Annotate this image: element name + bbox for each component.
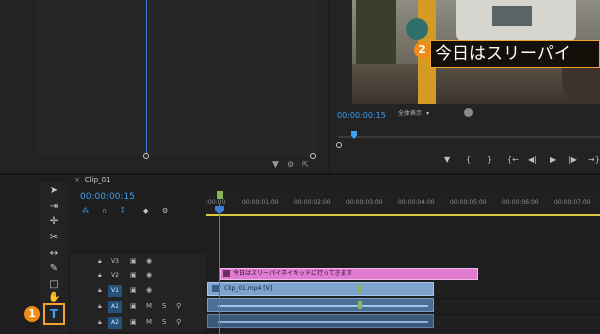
ruler-label: 00:00:02:00 <box>294 199 331 206</box>
edit-point-marker[interactable] <box>358 301 362 309</box>
sync-icon[interactable]: ▣ <box>130 271 137 279</box>
lock-icon[interactable]: 🔒︎ <box>98 286 102 295</box>
linked-selection-icon[interactable]: ⁑ <box>121 207 125 215</box>
program-scrub-bar[interactable] <box>338 136 600 138</box>
ruler-label: :00:00 <box>206 199 226 206</box>
go-to-in-button[interactable]: {← <box>507 155 519 164</box>
settings-icon[interactable]: ⚙ <box>287 160 294 169</box>
source-end-handle[interactable] <box>310 153 316 159</box>
snap-icon[interactable]: ∩ <box>102 207 107 215</box>
source-playhead[interactable] <box>146 0 147 156</box>
sequence-tab[interactable]: × Clip_01 <box>74 176 111 184</box>
close-icon[interactable]: × <box>74 176 80 184</box>
step-back-button[interactable]: ◀| <box>528 155 537 164</box>
track-header-a2 <box>70 315 206 331</box>
hand-tool-icon[interactable]: ✋ <box>48 292 60 303</box>
edit-point-marker[interactable] <box>358 285 362 293</box>
razor-tool-icon[interactable]: ✂ <box>48 232 60 243</box>
slip-tool-icon[interactable]: ↔ <box>48 248 60 259</box>
track-header-v2 <box>70 268 206 284</box>
track-name-a1[interactable]: A1 <box>108 301 122 313</box>
nest-icon[interactable]: ⁂ <box>82 207 89 215</box>
track-header-v1 <box>70 283 206 299</box>
type-tool-icon[interactable]: T <box>43 303 65 325</box>
ruler-label: 00:00:04:00 <box>398 199 435 206</box>
audio-clip-a1[interactable] <box>207 298 434 312</box>
microphone-icon[interactable]: ⚲ <box>176 318 181 326</box>
sequence-tab-label: Clip_01 <box>84 176 111 184</box>
ruler-label: 00:00:05:00 <box>450 199 487 206</box>
sync-icon[interactable]: ▣ <box>130 318 137 326</box>
sync-icon[interactable]: ▣ <box>130 257 137 265</box>
lock-icon[interactable]: 🔒︎ <box>98 318 102 327</box>
caption-clip-label: 今日はスリーパイネイキッドに行ってきます <box>233 270 353 277</box>
timeline-playhead[interactable] <box>219 204 220 334</box>
caption-clip[interactable]: 今日はスリーパイネイキッドに行ってきます <box>220 268 478 280</box>
selection-tool-icon[interactable]: ➤ <box>48 185 60 196</box>
program-timecode[interactable]: 00:00:00:15 <box>337 111 386 120</box>
step-badge-2: 2 <box>414 42 430 58</box>
mute-button[interactable]: M <box>146 302 152 310</box>
audio-clip-a2[interactable] <box>207 314 434 328</box>
source-monitor-view <box>38 0 318 156</box>
lock-icon[interactable]: 🔒︎ <box>98 302 102 311</box>
track-name-v2[interactable]: V2 <box>108 270 122 282</box>
play-button[interactable]: ▶ <box>550 155 556 164</box>
lock-icon[interactable]: 🔒︎ <box>98 257 102 266</box>
mute-button[interactable]: M <box>146 318 152 326</box>
work-area-bar[interactable] <box>206 214 600 216</box>
solo-button[interactable]: S <box>162 302 166 310</box>
program-in-handle[interactable] <box>336 142 342 148</box>
fx-badge-icon <box>223 270 230 277</box>
fit-select-label: 全体表示 <box>398 110 423 117</box>
video-clip[interactable]: Clip_01.mp4 [V] <box>207 282 434 296</box>
filter-icon[interactable]: ▼ <box>272 160 279 170</box>
microphone-icon[interactable]: ⚲ <box>176 302 181 310</box>
caption-overlay[interactable]: 今日はスリーパイ <box>430 40 600 68</box>
audio-waveform <box>218 305 428 307</box>
track-name-v1[interactable]: V1 <box>108 285 122 297</box>
video-clip-label: Clip_01.mp4 [V] <box>224 285 273 292</box>
rectangle-tool-icon[interactable]: □ <box>48 279 60 290</box>
sync-icon[interactable]: ▣ <box>130 286 137 294</box>
ruler-label: 00:00:03:00 <box>346 199 383 206</box>
mark-in-button[interactable]: { <box>466 155 471 164</box>
ruler-label: 00:00:07:00 <box>554 199 591 206</box>
track-select-tool-icon[interactable]: ⇥ <box>48 201 60 212</box>
chevron-down-icon: ▾ <box>425 110 429 117</box>
ruler-label: 00:00:06:00 <box>502 199 539 206</box>
eye-icon[interactable]: ◉ <box>146 286 152 294</box>
marker-icon[interactable]: ▼ <box>444 155 450 164</box>
solo-button[interactable]: S <box>162 318 166 326</box>
go-to-out-button[interactable]: →} <box>588 155 600 164</box>
export-icon[interactable]: ⇱ <box>302 160 309 169</box>
step-forward-button[interactable]: |▶ <box>568 155 577 164</box>
timeline-settings-icon[interactable]: ⚙ <box>162 207 168 215</box>
fx-badge-icon <box>212 285 219 292</box>
fit-select[interactable]: 全体表示 ▾ <box>396 108 452 120</box>
source-scrub-handle[interactable] <box>143 153 149 159</box>
mark-out-button[interactable]: } <box>487 155 492 164</box>
eye-icon[interactable]: ◉ <box>146 257 152 265</box>
pen-tool-icon[interactable]: ✎ <box>48 263 60 274</box>
eye-icon[interactable]: ◉ <box>146 271 152 279</box>
timeline-timecode[interactable]: 00:00:00:15 <box>80 192 135 202</box>
step-badge-1: 1 <box>24 306 40 322</box>
track-header-a1 <box>70 299 206 315</box>
audio-waveform <box>218 321 428 323</box>
track-name-a2[interactable]: A2 <box>108 317 122 329</box>
sync-icon[interactable]: ▣ <box>130 302 137 310</box>
ruler-label: 00:00:01:00 <box>242 199 279 206</box>
track-name-v3[interactable]: V3 <box>108 256 122 268</box>
lock-icon[interactable]: 🔒︎ <box>98 271 102 280</box>
settings-wheel-icon[interactable] <box>464 108 473 117</box>
ripple-edit-tool-icon[interactable]: ✛ <box>48 216 60 227</box>
add-marker-icon[interactable]: ◆ <box>143 207 148 215</box>
timeline-marker[interactable] <box>217 191 223 199</box>
